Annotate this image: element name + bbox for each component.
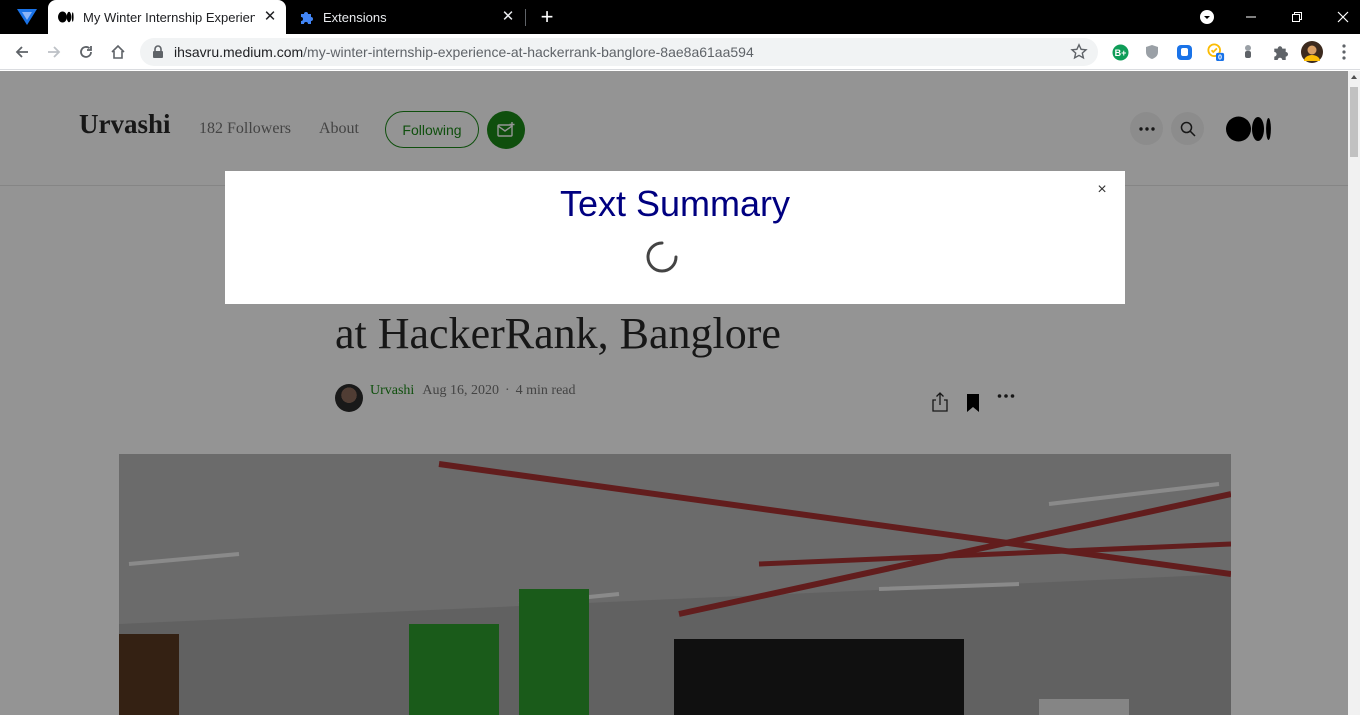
address-url: ihsavru.medium.com/my-winter-internship-… bbox=[174, 44, 754, 60]
page-scrollbar[interactable] bbox=[1348, 71, 1360, 715]
restore-icon bbox=[1292, 12, 1302, 22]
extension-checker-icon[interactable]: 0 bbox=[1207, 43, 1225, 61]
address-domain: ihsavru.medium.com bbox=[174, 44, 304, 60]
extension-mascot-icon[interactable] bbox=[1239, 43, 1257, 61]
tab-close-icon[interactable]: ✕ bbox=[262, 9, 278, 25]
new-tab-button[interactable]: + bbox=[537, 6, 557, 28]
puzzle-icon bbox=[298, 9, 314, 25]
modal-backdrop[interactable] bbox=[0, 71, 1348, 715]
address-path: /my-winter-internship-experience-at-hack… bbox=[303, 44, 754, 60]
loading-spinner-icon bbox=[646, 241, 678, 273]
tab-extensions[interactable]: Extensions ✕ bbox=[288, 0, 524, 34]
minimize-button[interactable] bbox=[1228, 0, 1274, 34]
tab-title: Extensions bbox=[323, 9, 387, 25]
tab-title: My Winter Internship Experience bbox=[83, 9, 255, 25]
restore-button[interactable] bbox=[1274, 0, 1320, 34]
medium-favicon-icon bbox=[58, 9, 74, 25]
extension-bitwarden-icon[interactable] bbox=[1175, 43, 1193, 61]
browser-vpn-icon[interactable] bbox=[14, 7, 40, 27]
extension-grammar-icon[interactable]: B+ bbox=[1111, 43, 1129, 61]
scrollbar-thumb[interactable] bbox=[1350, 87, 1358, 157]
close-icon bbox=[1337, 11, 1349, 23]
dialog-close-button[interactable]: × bbox=[1094, 182, 1110, 198]
text-summary-dialog: Text Summary × bbox=[225, 171, 1125, 304]
reload-button[interactable] bbox=[74, 40, 98, 64]
extension-shield-icon[interactable] bbox=[1143, 43, 1161, 61]
minimize-icon bbox=[1246, 16, 1256, 18]
page-content: Urvashi 182 Followers About Following at… bbox=[0, 71, 1348, 715]
address-bar[interactable]: ihsavru.medium.com/my-winter-internship-… bbox=[140, 38, 1098, 66]
tab-search-button[interactable] bbox=[1184, 0, 1230, 34]
bookmark-star-icon[interactable] bbox=[1070, 43, 1088, 61]
browser-menu-kebab-icon[interactable] bbox=[1335, 43, 1353, 61]
arrow-left-icon bbox=[15, 46, 28, 58]
tab-close-icon[interactable]: ✕ bbox=[500, 9, 516, 25]
browser-toolbar: ihsavru.medium.com/my-winter-internship-… bbox=[0, 34, 1360, 70]
home-icon bbox=[111, 44, 125, 59]
extensions-puzzle-icon[interactable] bbox=[1271, 43, 1289, 61]
home-button[interactable] bbox=[106, 40, 130, 64]
back-button[interactable] bbox=[10, 40, 34, 64]
reload-icon bbox=[80, 46, 92, 58]
tab-separator bbox=[525, 9, 526, 26]
close-window-button[interactable] bbox=[1320, 0, 1360, 34]
profile-avatar[interactable] bbox=[1301, 41, 1323, 63]
browser-tab-bar: My Winter Internship Experience ✕ Extens… bbox=[0, 0, 1360, 34]
chevron-down-icon bbox=[1200, 10, 1214, 24]
arrow-right-icon bbox=[48, 46, 61, 58]
svg-text:B+: B+ bbox=[1114, 48, 1126, 58]
lock-icon bbox=[153, 45, 163, 58]
tab-medium-article[interactable]: My Winter Internship Experience ✕ bbox=[48, 0, 286, 34]
dialog-title: Text Summary bbox=[559, 183, 791, 224]
scroll-up-arrow-icon[interactable] bbox=[1351, 75, 1357, 79]
extension-badge-count: 0 bbox=[1218, 52, 1222, 61]
forward-button[interactable] bbox=[42, 40, 66, 64]
